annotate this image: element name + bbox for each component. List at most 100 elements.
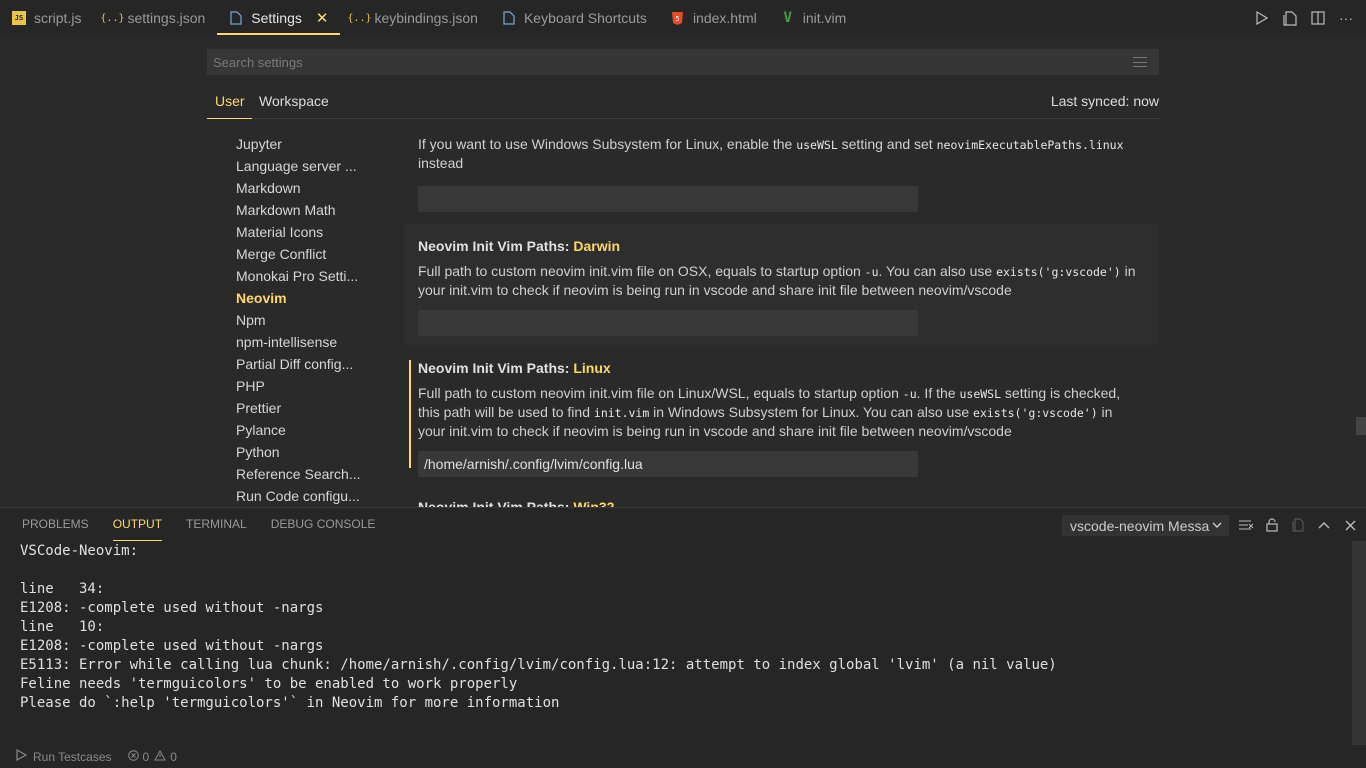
setting-text-input[interactable]: [418, 186, 918, 212]
open-log-icon[interactable]: [1290, 514, 1306, 536]
settings-search-box: [207, 49, 1159, 75]
problems-status[interactable]: 0 0: [127, 749, 177, 764]
toc-item-jupyter[interactable]: Jupyter: [236, 133, 366, 155]
tab-settings-json[interactable]: {..} settings.json: [93, 0, 217, 36]
settings-list: If you want to use Windows Subsystem for…: [404, 120, 1159, 507]
desc-text: in Windows Subsystem for Linux. You can …: [649, 404, 974, 420]
code-use-wsl: useWSL: [796, 138, 838, 152]
output-line: line 34:: [20, 581, 105, 597]
close-panel-icon[interactable]: [1342, 514, 1358, 536]
toc-item-monokai-pro[interactable]: Monokai Pro Setti...: [236, 265, 366, 287]
split-editor-icon[interactable]: [1310, 10, 1326, 26]
tab-script-js[interactable]: JS script.js: [0, 0, 93, 36]
run-icon[interactable]: [1254, 10, 1270, 26]
setting-init-vim-path-linux: Neovim Init Vim Paths: Linux Full path t…: [404, 360, 1159, 477]
editor-scrollbar-thumb[interactable]: [1356, 417, 1366, 435]
tab-debug-console[interactable]: DEBUG CONSOLE: [259, 508, 388, 541]
lock-scroll-icon[interactable]: [1264, 514, 1280, 536]
tab-workspace[interactable]: Workspace: [259, 93, 329, 109]
panel-actions: [1238, 514, 1358, 536]
more-actions-icon[interactable]: ···: [1338, 10, 1354, 26]
js-file-icon: JS: [12, 11, 26, 25]
desc-text: If you want to use Windows Subsystem for…: [418, 136, 797, 152]
code-executable-paths-linux: neovimExecutablePaths.linux: [936, 138, 1124, 152]
json-file-icon: {..}: [347, 12, 372, 24]
toc-item-python[interactable]: Python: [236, 441, 366, 463]
clear-output-icon[interactable]: [1238, 514, 1254, 536]
toc-item-neovim[interactable]: Neovim: [236, 287, 366, 309]
code-use-wsl: useWSL: [959, 387, 1002, 401]
error-icon: [127, 749, 139, 764]
toc-item-markdown[interactable]: Markdown: [236, 177, 366, 199]
output-line: Feline needs 'termguicolors' to be enabl…: [20, 676, 518, 692]
output-scrollbar[interactable]: [1352, 541, 1366, 746]
output-line: Please do `:help 'termguicolors'` in Neo…: [20, 695, 560, 711]
run-testcases-button[interactable]: Run Testcases: [16, 748, 112, 764]
close-icon[interactable]: ✕: [316, 9, 329, 27]
tab-init-vim[interactable]: V init.vim: [769, 0, 859, 36]
linux-path-input[interactable]: [418, 451, 918, 477]
warning-count: 0: [170, 749, 177, 764]
json-file-icon: {..}: [100, 12, 125, 24]
toc-item-npm-intellisense[interactable]: npm-intellisense: [236, 331, 366, 353]
setting-title-key: Win32: [573, 499, 615, 507]
setting-neovim-executable-paths: If you want to use Windows Subsystem for…: [404, 135, 1159, 212]
toc-item-npm[interactable]: Npm: [236, 309, 366, 331]
output-line: E1208: -complete used without -nargs: [20, 638, 324, 654]
tab-label: script.js: [34, 10, 82, 26]
code-exists-vscode: exists('g:vscode'): [996, 265, 1121, 279]
toc-item-prettier[interactable]: Prettier: [236, 397, 366, 419]
desc-text: . You can also use: [878, 263, 997, 279]
setting-title-key: Linux: [573, 360, 611, 376]
toc-item-merge-conflict[interactable]: Merge Conflict: [236, 243, 366, 265]
tab-terminal[interactable]: TERMINAL: [174, 508, 259, 541]
toc-item-run-code[interactable]: Run Code configu...: [236, 485, 366, 507]
tab-settings[interactable]: Settings ✕: [217, 0, 341, 36]
tab-problems[interactable]: PROBLEMS: [10, 508, 101, 541]
toc-item-reference-search[interactable]: Reference Search...: [236, 463, 366, 485]
toc-item-pylance[interactable]: Pylance: [236, 419, 366, 441]
settings-scope-bar: User Workspace Last synced: now: [207, 88, 1159, 119]
toc-item-partial-diff[interactable]: Partial Diff config...: [236, 353, 366, 375]
output-line: E5113: Error while calling lua chunk: /h…: [20, 657, 1057, 673]
settings-file-icon: [229, 11, 243, 25]
setting-description: If you want to use Windows Subsystem for…: [418, 135, 1143, 172]
tab-keybindings-json[interactable]: {..} keybindings.json: [340, 0, 490, 36]
chevron-down-icon: [1211, 517, 1223, 536]
desc-text: Full path to custom neovim init.vim file…: [418, 263, 865, 279]
desc-text: instead: [418, 155, 464, 171]
desc-text: . If the: [916, 385, 960, 401]
maximize-panel-icon[interactable]: [1316, 514, 1332, 536]
setting-title: Neovim Init Vim Paths: Darwin: [418, 238, 1145, 254]
output-channel-value: vscode-neovim Messa: [1070, 517, 1210, 534]
tab-keyboard-shortcuts[interactable]: Keyboard Shortcuts: [490, 0, 659, 36]
setting-description: Full path to custom neovim init.vim file…: [418, 262, 1143, 299]
tab-index-html[interactable]: 5 index.html: [659, 0, 769, 36]
output-line: VSCode-Neovim:: [20, 543, 139, 559]
tab-user[interactable]: User: [215, 93, 245, 109]
setting-title: Neovim Init Vim Paths: Linux: [418, 360, 1145, 376]
tab-label: Keyboard Shortcuts: [523, 10, 647, 26]
filter-icon[interactable]: [1133, 57, 1147, 67]
tab-label: init.vim: [802, 10, 847, 26]
toc-item-php[interactable]: PHP: [236, 375, 366, 397]
settings-search-input[interactable]: [213, 54, 1133, 70]
svg-text:5: 5: [676, 15, 680, 23]
toc-item-markdown-math[interactable]: Markdown Math: [236, 199, 366, 221]
tab-label: settings.json: [127, 10, 206, 26]
output-log: VSCode-Neovim: line 34: E1208: -complete u…: [20, 542, 1340, 713]
output-channel-select[interactable]: vscode-neovim Messa: [1062, 515, 1229, 536]
run-testcases-label: Run Testcases: [33, 749, 112, 764]
open-settings-json-icon[interactable]: [1282, 10, 1298, 26]
code-init-vim: init.vim: [593, 406, 650, 420]
warning-icon: [154, 749, 167, 764]
active-scope-indicator: [207, 118, 252, 119]
play-icon: [16, 748, 28, 764]
toc-item-language-server[interactable]: Language server ...: [236, 155, 366, 177]
setting-title: Neovim Init Vim Paths: Win32: [418, 499, 1145, 507]
toc-item-material-icons[interactable]: Material Icons: [236, 221, 366, 243]
tab-output[interactable]: OUTPUT: [101, 508, 174, 541]
darwin-path-input[interactable]: [418, 310, 918, 336]
status-bar: Run Testcases 0 0: [0, 745, 1366, 768]
